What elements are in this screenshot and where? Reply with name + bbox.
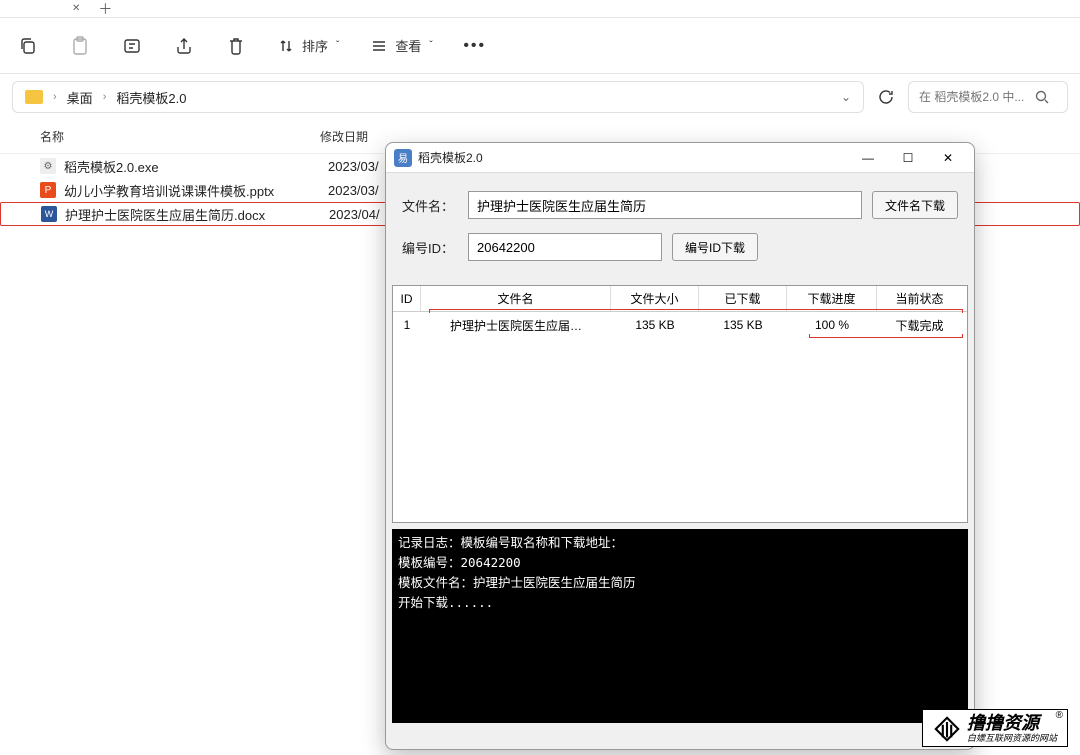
chevron-right-icon: ›	[53, 91, 57, 103]
breadcrumb-row: › 桌面 › 稻壳模板2.0 ⌄	[0, 74, 1080, 120]
cell-downloaded: 135 KB	[699, 318, 787, 332]
cell-progress: 100 %	[787, 318, 877, 332]
close-tab-icon[interactable]: ✕	[72, 3, 80, 14]
view-label: 查看	[395, 36, 421, 55]
file-name: 幼儿小学教育培训说课课件模板.pptx	[64, 181, 328, 200]
delete-icon[interactable]	[226, 36, 246, 56]
chevron-down-icon: ˇ	[429, 40, 432, 51]
col-name[interactable]: 名称	[40, 128, 320, 145]
grid-header: ID 文件名 文件大小 已下载 下载进度 当前状态	[393, 286, 967, 312]
id-input[interactable]	[468, 233, 662, 261]
more-icon[interactable]: •••	[465, 36, 485, 56]
file-date: 2023/04/	[329, 207, 380, 222]
title-bar[interactable]: 易 稻壳模板2.0 — ☐ ✕	[386, 143, 974, 173]
filename-input[interactable]	[468, 191, 862, 219]
registered-mark: ®	[1056, 710, 1063, 721]
crumb-folder[interactable]: 稻壳模板2.0	[116, 88, 186, 107]
rename-icon[interactable]	[122, 36, 142, 56]
minimize-button[interactable]: —	[850, 146, 886, 170]
paste-icon[interactable]	[70, 36, 90, 56]
file-name: 稻壳模板2.0.exe	[64, 157, 328, 176]
col-downloaded[interactable]: 已下载	[699, 286, 787, 311]
cell-name: 护理护士医院医生应届…	[421, 317, 611, 334]
download-grid: ID 文件名 文件大小 已下载 下载进度 当前状态 1 护理护士医院医生应届… …	[392, 285, 968, 523]
search-box[interactable]	[908, 81, 1068, 113]
file-name: 护理护士医院医生应届生简历.docx	[65, 205, 329, 224]
col-status[interactable]: 当前状态	[877, 286, 962, 311]
docx-icon: W	[41, 206, 57, 222]
log-output: 记录日志：模板编号取名称和下载地址： 模板编号：20642200 模板文件名：护…	[392, 529, 968, 723]
grid-row[interactable]: 1 护理护士医院医生应届… 135 KB 135 KB 100 % 下载完成	[393, 312, 967, 338]
copy-icon[interactable]	[18, 36, 38, 56]
sort-icon	[278, 38, 294, 54]
col-progress[interactable]: 下载进度	[787, 286, 877, 311]
id-label: 编号ID：	[402, 238, 458, 257]
toolbar: 排序 ˇ 查看 ˇ •••	[0, 18, 1080, 74]
cell-status: 下载完成	[877, 317, 962, 334]
folder-icon	[25, 90, 43, 104]
view-button[interactable]: 查看 ˇ	[371, 36, 432, 55]
cell-size: 135 KB	[611, 318, 699, 332]
chevron-down-icon: ˇ	[336, 40, 339, 51]
dialog-title: 稻壳模板2.0	[418, 149, 850, 166]
share-icon[interactable]	[174, 36, 194, 56]
watermark-logo	[933, 715, 961, 743]
refresh-icon[interactable]	[876, 87, 896, 107]
search-input[interactable]	[919, 90, 1029, 104]
col-size[interactable]: 文件大小	[611, 286, 699, 311]
add-tab-icon[interactable]: ＋	[98, 0, 112, 19]
exe-icon: ⚙	[40, 158, 56, 174]
close-button[interactable]: ✕	[930, 146, 966, 170]
file-date: 2023/03/	[328, 159, 379, 174]
cell-id: 1	[393, 318, 421, 332]
pptx-icon: P	[40, 182, 56, 198]
download-by-name-button[interactable]: 文件名下载	[872, 191, 958, 219]
download-by-id-button[interactable]: 编号ID下载	[672, 233, 758, 261]
file-date: 2023/03/	[328, 183, 379, 198]
watermark: 撸撸资源 白嫖互联网资源的网站 ®	[922, 709, 1068, 747]
form-area: 文件名： 文件名下载 编号ID： 编号ID下载	[386, 173, 974, 285]
search-icon	[1035, 90, 1049, 104]
tab-bar: ✕ ＋	[0, 0, 1080, 18]
watermark-subtitle: 白嫖互联网资源的网站	[967, 734, 1057, 744]
sort-button[interactable]: 排序 ˇ	[278, 36, 339, 55]
chevron-right-icon: ›	[103, 91, 107, 103]
chevron-down-icon[interactable]: ⌄	[841, 90, 851, 104]
list-icon	[371, 39, 387, 53]
watermark-title: 撸撸资源	[967, 714, 1057, 734]
maximize-button[interactable]: ☐	[890, 146, 926, 170]
crumb-desktop[interactable]: 桌面	[67, 88, 93, 107]
sort-label: 排序	[302, 36, 328, 55]
app-icon: 易	[394, 149, 412, 167]
col-id[interactable]: ID	[393, 286, 421, 311]
filename-label: 文件名：	[402, 196, 458, 215]
download-dialog: 易 稻壳模板2.0 — ☐ ✕ 文件名： 文件名下载 编号ID： 编号ID下载 …	[385, 142, 975, 750]
col-filename[interactable]: 文件名	[421, 286, 611, 311]
breadcrumb[interactable]: › 桌面 › 稻壳模板2.0 ⌄	[12, 81, 864, 113]
